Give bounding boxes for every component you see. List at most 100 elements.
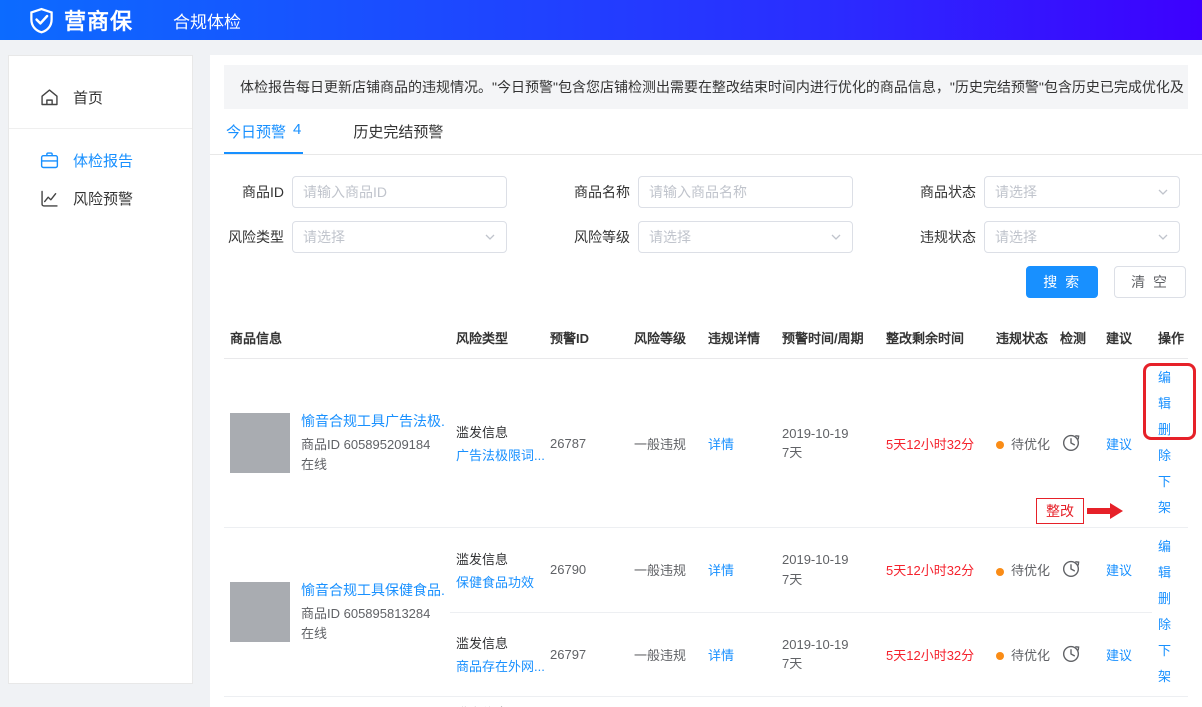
sidebar-item-home[interactable]: 首页 — [9, 78, 192, 116]
alert-date: 2019-10-19 — [782, 635, 874, 655]
col-alert-time: 预警时间/周期 — [776, 317, 880, 359]
tab-history-alerts[interactable]: 历史完结预警 — [351, 109, 445, 154]
risk-type-cell: 滥发信息 广告法极限词... — [450, 359, 544, 528]
alert-period: 7天 — [782, 443, 874, 463]
sidebar-item-label: 体检报告 — [73, 150, 133, 171]
suggest-cell: 建议 — [1100, 697, 1152, 707]
alert-id-cell: 26791 — [544, 697, 628, 707]
risk-level-select[interactable]: 请选择 — [638, 221, 853, 253]
filter-label: 风险类型 — [224, 227, 284, 247]
risk-type-cell: 滥发信息 保健食品功效 — [450, 528, 544, 613]
filter-product-name: 商品名称 — [570, 176, 853, 208]
sidebar-item-label: 风险预警 — [73, 188, 133, 209]
annotation-label: 整改 — [1036, 498, 1084, 524]
top-bar: 营商保 合规体检 — [0, 0, 1202, 40]
detail-cell: 详情 — [702, 528, 776, 613]
suggest-link[interactable]: 建议 — [1106, 437, 1132, 452]
risk-category: 滥发信息 — [456, 549, 538, 568]
action-cell: 编辑 删除 下架 整改 — [1152, 359, 1188, 528]
filter-label: 风险等级 — [570, 227, 630, 247]
detail-cell: 详情 — [702, 612, 776, 697]
filter-product-id: 商品ID — [224, 176, 507, 208]
product-id: 商品ID 605895813284 — [301, 604, 444, 624]
risk-category: 滥发信息 — [456, 422, 538, 441]
risk-type-select[interactable]: 请选择 — [292, 221, 507, 253]
alert-time-cell: 2019-10-19 7天 — [776, 359, 880, 528]
clock-history-icon[interactable] — [1060, 431, 1082, 453]
select-placeholder: 请选择 — [649, 227, 830, 247]
edit-link[interactable]: 编辑 — [1158, 365, 1182, 417]
select-placeholder: 请选择 — [303, 227, 484, 247]
remaining-time: 5天12小时32分 — [886, 563, 974, 578]
table-header-row: 商品信息 风险类型 预警ID 风险等级 违规详情 预警时间/周期 整改剩余时间 … — [224, 317, 1188, 359]
delete-link[interactable]: 删除 — [1158, 417, 1182, 469]
filter-risk-type: 风险类型 请选择 — [224, 221, 507, 253]
alert-time-cell: 2019-10-19 7天 — [776, 697, 880, 707]
filter-risk-level: 风险等级 请选择 — [570, 221, 853, 253]
alert-period: 7天 — [782, 570, 874, 590]
col-alert-id: 预警ID — [544, 317, 628, 359]
risk-level-cell: 一般违规 — [628, 697, 702, 707]
risk-chart-icon — [39, 188, 60, 209]
clear-button[interactable]: 清 空 — [1114, 266, 1186, 298]
clock-history-icon[interactable] — [1060, 642, 1082, 664]
alert-id-cell: 26790 — [544, 528, 628, 613]
col-violation-detail: 违规详情 — [702, 317, 776, 359]
search-button[interactable]: 搜 索 — [1026, 266, 1098, 298]
risk-name-link[interactable]: 广告法极限词... — [456, 445, 538, 464]
suggest-link[interactable]: 建议 — [1106, 563, 1132, 578]
status-dot — [996, 568, 1004, 576]
product-status-select[interactable]: 请选择 — [984, 176, 1180, 208]
chevron-down-icon — [1157, 186, 1169, 198]
clock-history-icon[interactable] — [1060, 557, 1082, 579]
product-title-link[interactable]: 愉音合规工具保健食品... — [301, 580, 444, 600]
product-id-input[interactable] — [303, 184, 496, 200]
alerts-table: 商品信息 风险类型 预警ID 风险等级 违规详情 预警时间/周期 整改剩余时间 … — [224, 317, 1188, 707]
tab-today-alerts[interactable]: 今日预警 4 — [224, 109, 303, 154]
check-cell — [1054, 612, 1100, 697]
check-cell — [1054, 528, 1100, 613]
status-dot — [996, 652, 1004, 660]
table-row: 愉音合规工具保健食品... 商品ID 605895813284 在线 滥发信息 … — [224, 528, 1188, 613]
product-name-input[interactable] — [649, 184, 842, 200]
alert-id-cell: 26797 — [544, 612, 628, 697]
col-product-info: 商品信息 — [224, 317, 450, 359]
alert-period: 7天 — [782, 654, 874, 674]
offshelf-link[interactable]: 下架 — [1158, 638, 1182, 690]
detail-link[interactable]: 详情 — [708, 563, 734, 578]
filter-label: 商品状态 — [916, 182, 976, 202]
col-action: 操作 — [1152, 317, 1188, 359]
col-remaining-time: 整改剩余时间 — [880, 317, 990, 359]
col-risk-level: 风险等级 — [628, 317, 702, 359]
detail-link[interactable]: 详情 — [708, 648, 734, 663]
status-text: 待优化 — [1011, 648, 1050, 663]
risk-name-link[interactable]: 商品存在外网... — [456, 656, 538, 675]
delete-link[interactable]: 删除 — [1158, 586, 1182, 638]
suggest-link[interactable]: 建议 — [1106, 648, 1132, 663]
annotation-arrow-icon — [1086, 502, 1124, 520]
sidebar-item-report[interactable]: 体检报告 — [9, 141, 192, 179]
table-row: 滥发信息 商品存在外网... 26791 一般违规 详情 2019-10-19 … — [224, 697, 1188, 707]
risk-name-link[interactable]: 保健食品功效 — [456, 572, 538, 591]
product-title-link[interactable]: 愉音合规工具广告法极... — [301, 411, 444, 431]
product-image — [230, 582, 290, 642]
detail-cell: 详情 — [702, 359, 776, 528]
risk-category: 滥发信息 — [456, 633, 538, 652]
edit-link[interactable]: 编辑 — [1158, 534, 1182, 586]
violation-status-cell: 待优化 — [990, 528, 1054, 613]
detail-link[interactable]: 详情 — [708, 437, 734, 452]
offshelf-link[interactable]: 下架 — [1158, 469, 1182, 521]
remaining-time-cell: 5天12小时32分 — [880, 697, 990, 707]
tab-label: 今日预警 — [226, 121, 286, 142]
risk-type-cell: 滥发信息 商品存在外网... — [450, 612, 544, 697]
remaining-time: 5天12小时32分 — [886, 648, 974, 663]
table-row: 愉音合规工具广告法极... 商品ID 605895209184 在线 滥发信息 … — [224, 359, 1188, 528]
product-status: 在线 — [301, 624, 444, 644]
risk-level-cell: 一般违规 — [628, 359, 702, 528]
chevron-down-icon — [830, 231, 842, 243]
sidebar-item-risk[interactable]: 风险预警 — [9, 179, 192, 217]
filter-violation-status: 违规状态 请选择 — [916, 221, 1180, 253]
home-icon — [39, 87, 60, 108]
select-placeholder: 请选择 — [995, 227, 1157, 247]
violation-status-select[interactable]: 请选择 — [984, 221, 1180, 253]
